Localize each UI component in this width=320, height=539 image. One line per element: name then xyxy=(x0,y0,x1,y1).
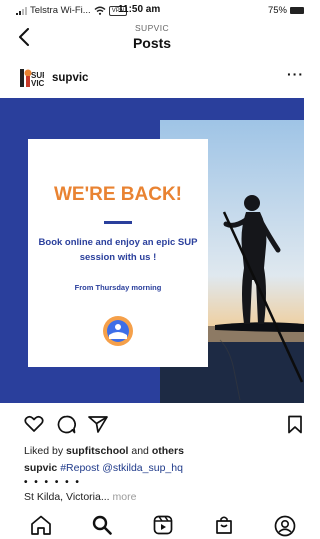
promo-from: From Thursday morning xyxy=(74,283,162,292)
shop-icon[interactable] xyxy=(214,515,234,535)
profile-icon[interactable] xyxy=(274,515,296,537)
battery-indicator: 75% xyxy=(268,5,304,16)
ellipsis-icon[interactable]: ··· xyxy=(287,66,304,82)
status-left: Telstra Wi-Fi... VPN xyxy=(16,5,128,16)
page-title: Posts xyxy=(132,35,172,51)
liked-prefix: Liked by xyxy=(24,445,67,457)
search-icon[interactable] xyxy=(92,515,112,535)
share-icon[interactable] xyxy=(88,415,108,433)
caption-hashtag[interactable]: #Repost @stkilda_sup_hq xyxy=(60,462,183,474)
account-label: SUPVIC xyxy=(134,23,170,33)
wifi-icon xyxy=(94,6,106,15)
post-username[interactable]: supvic xyxy=(52,72,88,84)
signal-icon xyxy=(16,6,27,15)
liked-user-link[interactable]: supfitschool xyxy=(66,445,128,457)
status-bar: Telstra Wi-Fi... VPN 11:50 am 75% xyxy=(0,0,304,20)
battery-percent: 75% xyxy=(267,5,287,16)
caption-username[interactable]: supvic xyxy=(24,462,57,474)
reels-icon[interactable] xyxy=(153,515,173,535)
supvic-logo[interactable]: SUP VIC xyxy=(18,67,44,89)
liked-and: and xyxy=(128,445,152,457)
status-time: 11:50 am xyxy=(118,4,161,15)
liked-others-link[interactable]: others xyxy=(152,445,184,457)
battery-icon xyxy=(290,7,304,14)
carrier-label: Telstra Wi-Fi... xyxy=(30,5,91,16)
bottom-tab-bar xyxy=(0,512,304,539)
post-caption: supvic #Repost @stkilda_sup_hq xyxy=(24,462,183,474)
promo-card: WE'RE BACK! Book online and enjoy an epi… xyxy=(28,139,208,367)
heart-icon[interactable] xyxy=(24,415,44,433)
top-nav: SUPVIC Posts xyxy=(0,20,304,56)
more-link[interactable]: more xyxy=(113,491,137,503)
promo-divider xyxy=(104,221,132,224)
location-text: St Kilda, Victoria... xyxy=(24,491,110,503)
home-icon[interactable] xyxy=(30,515,52,535)
bookmark-icon[interactable] xyxy=(287,415,303,434)
caption-dots: • • • • • • xyxy=(24,477,81,488)
post-image[interactable]: WE'RE BACK! Book online and enjoy an epi… xyxy=(0,98,304,403)
promo-logo-icon xyxy=(103,316,133,346)
post-actions xyxy=(0,413,304,439)
promo-description: Book online and enjoy an epic SUP sessio… xyxy=(38,237,198,263)
post-header: SUP VIC supvic ··· xyxy=(0,62,304,92)
likes-line: Liked by supfitschool and others xyxy=(24,445,184,457)
comment-icon[interactable] xyxy=(57,415,76,434)
promo-headline: WE'RE BACK! xyxy=(53,184,182,205)
svg-text:VIC: VIC xyxy=(31,79,44,88)
caption-location: St Kilda, Victoria... more xyxy=(24,491,136,503)
